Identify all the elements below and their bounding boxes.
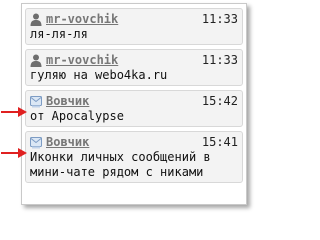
chat-message: mr-vovchik 11:33 ля-ля-ля: [25, 8, 243, 45]
red-arrow-icon: [1, 107, 27, 117]
message-text: гуляю на webo4ka.ru: [30, 68, 168, 82]
message-time: 15:42: [201, 94, 238, 108]
author-link[interactable]: Вовчик: [46, 94, 202, 108]
private-message-icon[interactable]: [30, 136, 42, 149]
message-header: mr-vovchik 11:33: [30, 52, 238, 68]
user-icon: [30, 54, 42, 67]
author-link[interactable]: mr-vovchik: [46, 53, 202, 67]
message-header: Вовчик 15:41: [30, 134, 238, 150]
message-text: Иконки личных сообщений в мини-чате рядо…: [30, 150, 211, 179]
red-arrow-icon: [1, 148, 27, 158]
message-list: mr-vovchik 11:33 ля-ля-ля mr-vovchik 11:…: [22, 4, 246, 204]
message-header: mr-vovchik 11:33: [30, 11, 238, 27]
chat-message: Вовчик 15:41 Иконки личных сообщений в м…: [25, 131, 243, 183]
private-message-icon[interactable]: [30, 95, 42, 108]
chat-message: Вовчик 15:42 от Apocalypse: [25, 90, 243, 127]
message-text: от Apocalypse: [30, 109, 124, 123]
user-icon: [30, 13, 42, 26]
message-header: Вовчик 15:42: [30, 93, 238, 109]
chat-message: mr-vovchik 11:33 гуляю на webo4ka.ru: [25, 49, 243, 86]
message-text: ля-ля-ля: [30, 27, 88, 41]
mini-chat-panel: mr-vovchik 11:33 ля-ля-ля mr-vovchik 11:…: [21, 3, 247, 205]
message-time: 11:33: [201, 12, 238, 26]
author-link[interactable]: mr-vovchik: [46, 12, 202, 26]
message-time: 11:33: [201, 53, 238, 67]
message-time: 15:41: [201, 135, 238, 149]
author-link[interactable]: Вовчик: [46, 135, 202, 149]
